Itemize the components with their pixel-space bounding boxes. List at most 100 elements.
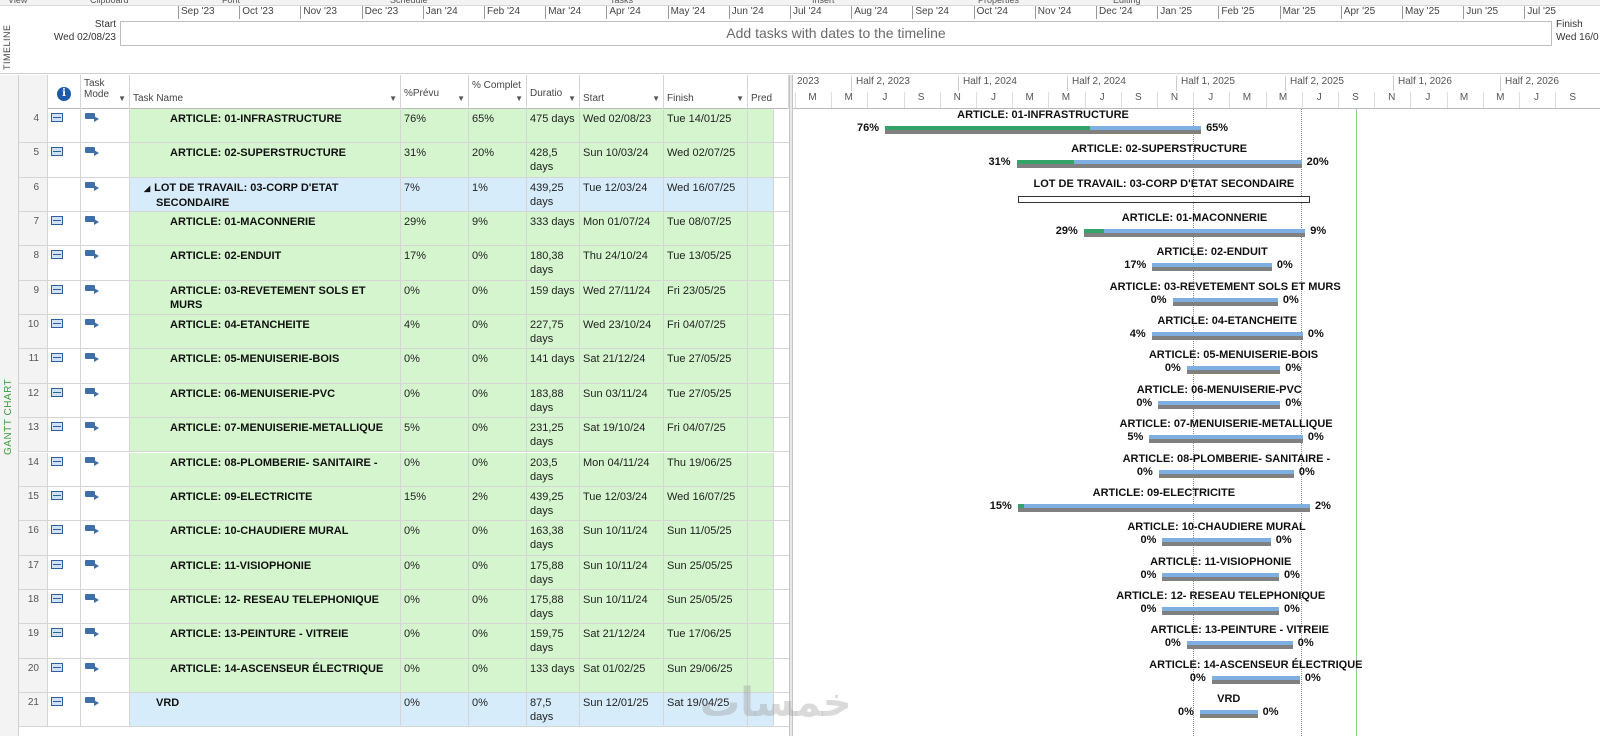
view-bar[interactable]: GANTT CHART (0, 75, 19, 736)
prevu-cell[interactable]: 7% (401, 177, 469, 212)
notes-icon[interactable] (51, 250, 63, 260)
finish-cell[interactable]: Sun 25/05/25 (664, 589, 748, 624)
start-cell[interactable]: Mon 04/11/24 (580, 452, 664, 486)
task-name-cell[interactable]: ARTICLE: 02-ENDUIT (130, 246, 401, 280)
table-row[interactable]: 16 ARTICLE: 10-CHAUDIERE MURAL 0% 0% 163,38 … (19, 521, 789, 556)
start-cell[interactable]: Wed 23/10/24 (580, 315, 664, 349)
task-name-cell[interactable]: ARTICLE: 03-REVETEMENT SOLS ET MURS (130, 280, 401, 315)
start-cell[interactable]: Sun 10/03/24 (580, 143, 664, 177)
complete-cell[interactable]: 0% (469, 452, 527, 486)
finish-cell[interactable]: Wed 16/07/25 (664, 177, 748, 212)
pred-cell[interactable] (748, 521, 774, 555)
finish-cell[interactable]: Fri 04/07/25 (664, 315, 748, 349)
pred-cell[interactable] (748, 624, 774, 658)
task-mode-cell[interactable] (81, 418, 130, 452)
indicator-cell[interactable] (48, 624, 81, 658)
indicator-cell[interactable] (48, 521, 81, 555)
finish-cell[interactable]: Tue 27/05/25 (664, 383, 748, 418)
indicator-cell[interactable] (48, 555, 81, 589)
table-row[interactable]: 15 ARTICLE: 09-ELECTRICITE 15% 2% 439,25 day… (19, 486, 789, 522)
indicator-cell[interactable] (48, 418, 81, 452)
chevron-down-icon[interactable]: ▼ (568, 93, 576, 104)
indicator-cell[interactable] (48, 177, 81, 212)
pred-cell[interactable] (748, 177, 774, 212)
chevron-down-icon[interactable]: ▼ (118, 93, 126, 104)
prevu-cell[interactable]: 0% (401, 624, 469, 658)
indicator-cell[interactable] (48, 212, 81, 246)
column-header-start[interactable]: Start ▼ (580, 75, 664, 109)
prevu-cell[interactable]: 31% (401, 143, 469, 177)
select-all-corner[interactable] (19, 75, 48, 109)
table-row[interactable]: 10 ARTICLE: 04-ETANCHEITE 4% 0% 227,75 days W… (19, 315, 789, 350)
indicator-cell[interactable] (48, 452, 81, 486)
row-id[interactable]: 21 (19, 692, 48, 727)
notes-icon[interactable] (51, 147, 63, 157)
table-row[interactable]: 18 ARTICLE: 12- RESEAU TELEPHONIQUE 0% 0% 17… (19, 589, 789, 625)
task-mode-cell[interactable] (81, 280, 130, 315)
duration-cell[interactable]: 159 days (527, 280, 580, 315)
table-row[interactable]: 5 ARTICLE: 02-SUPERSTRUCTURE 31% 20% 428,5 d… (19, 143, 789, 178)
start-cell[interactable]: Sat 01/02/25 (580, 658, 664, 692)
row-id[interactable]: 9 (19, 280, 48, 315)
duration-cell[interactable]: 231,25 days (527, 418, 580, 452)
task-mode-cell[interactable] (81, 383, 130, 418)
complete-cell[interactable]: 0% (469, 280, 527, 315)
finish-cell[interactable]: Tue 13/05/25 (664, 246, 748, 280)
task-mode-cell[interactable] (81, 486, 130, 521)
notes-icon[interactable] (51, 387, 63, 397)
table-row[interactable]: 20 ARTICLE: 14-ASCENSEUR ÉLECTRIQUE 0% 0% 13… (19, 658, 789, 693)
complete-cell[interactable]: 0% (469, 521, 527, 555)
complete-cell[interactable]: 0% (469, 589, 527, 624)
complete-cell[interactable]: 0% (469, 555, 527, 589)
task-mode-cell[interactable] (81, 349, 130, 383)
start-cell[interactable]: Sun 03/11/24 (580, 383, 664, 418)
task-name-cell[interactable]: ARTICLE: 01-MACONNERIE (130, 212, 401, 246)
complete-cell[interactable]: 20% (469, 143, 527, 177)
finish-cell[interactable]: Fri 04/07/25 (664, 418, 748, 452)
duration-cell[interactable]: 203,5 days (527, 452, 580, 486)
finish-cell[interactable]: Wed 16/07/25 (664, 486, 748, 521)
prevu-cell[interactable]: 0% (401, 692, 469, 727)
complete-cell[interactable]: 0% (469, 418, 527, 452)
pred-cell[interactable] (748, 555, 774, 589)
complete-cell[interactable]: 0% (469, 383, 527, 418)
column-header-pred[interactable]: Pred (748, 75, 789, 109)
row-id[interactable]: 6 (19, 177, 48, 212)
prevu-cell[interactable]: 15% (401, 486, 469, 521)
notes-icon[interactable] (51, 662, 63, 672)
prevu-cell[interactable]: 17% (401, 246, 469, 280)
finish-cell[interactable]: Tue 17/06/25 (664, 624, 748, 658)
duration-cell[interactable]: 227,75 days (527, 315, 580, 349)
gantt-chart[interactable]: 2023 Half 2, 2023 Half 1, 2024 Half 2, 2024… (793, 75, 1600, 736)
table-row[interactable]: 11 ARTICLE: 05-MENUISERIE-BOIS 0% 0% 141 day… (19, 349, 789, 384)
row-id[interactable]: 18 (19, 589, 48, 624)
column-header-task-mode[interactable]: Task Mode ▼ (81, 75, 130, 109)
task-name-cell[interactable]: ARTICLE: 12- RESEAU TELEPHONIQUE (130, 589, 401, 624)
chevron-down-icon[interactable]: ▼ (515, 93, 523, 104)
task-mode-cell[interactable] (81, 143, 130, 177)
duration-cell[interactable]: 475 days (527, 109, 580, 143)
column-header-indicators[interactable]: i (48, 75, 81, 109)
indicator-cell[interactable] (48, 658, 81, 692)
notes-icon[interactable] (51, 490, 63, 500)
notes-icon[interactable] (51, 113, 63, 122)
row-id[interactable]: 4 (19, 109, 48, 143)
table-row[interactable]: 9 ARTICLE: 03-REVETEMENT SOLS ET MURS 0% 0%… (19, 280, 789, 316)
column-header-prevu[interactable]: %Prévu ▼ (401, 75, 469, 109)
task-mode-cell[interactable] (81, 177, 130, 212)
complete-cell[interactable]: 65% (469, 109, 527, 143)
notes-icon[interactable] (51, 696, 63, 706)
finish-cell[interactable]: Wed 02/07/25 (664, 143, 748, 177)
task-mode-cell[interactable] (81, 452, 130, 486)
table-row[interactable]: 19 ARTICLE: 13-PEINTURE - VITREIE 0% 0% 159,… (19, 624, 789, 659)
task-name-cell[interactable]: ARTICLE: 11-VISIOPHONIE (130, 555, 401, 589)
duration-cell[interactable]: 87,5 days (527, 692, 580, 727)
column-header-complete[interactable]: % Complet ▼ (469, 75, 527, 109)
complete-cell[interactable]: 0% (469, 658, 527, 692)
task-mode-cell[interactable] (81, 555, 130, 589)
prevu-cell[interactable]: 0% (401, 280, 469, 315)
duration-cell[interactable]: 439,25 days (527, 486, 580, 521)
chevron-down-icon[interactable]: ▼ (652, 93, 660, 104)
row-id[interactable]: 7 (19, 212, 48, 246)
indicator-cell[interactable] (48, 589, 81, 624)
